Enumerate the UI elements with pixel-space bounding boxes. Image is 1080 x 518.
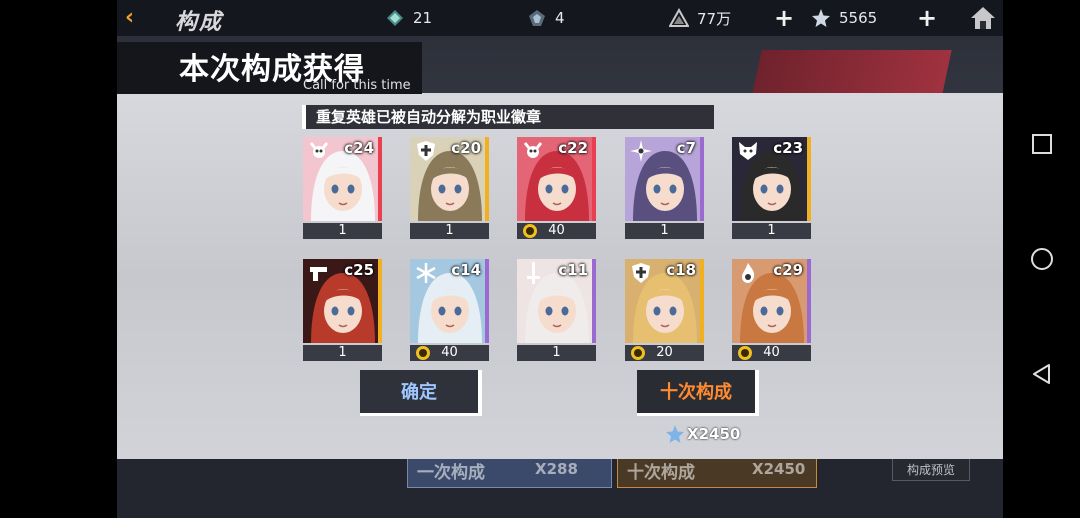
shield-cross-icon (632, 263, 650, 283)
hero-card[interactable]: c22 40 (517, 137, 596, 241)
recents-icon (1032, 134, 1052, 154)
class-badge-icon (631, 346, 645, 360)
limited-event-banner (752, 50, 952, 94)
hero-card[interactable]: c29 40 (732, 259, 811, 363)
hero-card[interactable]: c7 1 (625, 137, 704, 241)
resource-dark-crystal: 4 (527, 7, 565, 29)
add-coin-button[interactable]: + (774, 4, 794, 32)
hero-count-bar: 1 (625, 223, 704, 239)
demon-skull-icon (523, 142, 543, 158)
circle-home-icon (1031, 248, 1053, 270)
resource-value: 4 (555, 9, 565, 27)
resource-value: 21 (413, 9, 433, 27)
home-icon[interactable] (969, 4, 997, 32)
hero-cost: c25 (344, 261, 374, 279)
hero-card[interactable]: c25 1 (303, 259, 382, 363)
resource-coin: 77万 (669, 7, 731, 29)
add-gem-button[interactable]: + (917, 4, 937, 32)
hero-card[interactable]: c24 1 (303, 137, 382, 241)
hero-count: 1 (445, 223, 454, 238)
confirm-button[interactable]: 确定 (360, 370, 482, 416)
resource-value: 5565 (839, 9, 878, 27)
hero-card[interactable]: c20 1 (410, 137, 489, 241)
top-bar: ‹ 构成 21 4 77万 + 5565 + (117, 0, 1003, 36)
green-crystal-icon (387, 10, 403, 26)
gun-icon (310, 267, 327, 281)
sword-icon (527, 262, 540, 284)
fox-mask-icon (739, 142, 757, 160)
single-summon-label: 一次构成 (417, 463, 485, 483)
hero-count-bar: 40 (517, 223, 596, 239)
hero-count: 1 (338, 223, 347, 238)
dialog-subtitle: Call for this time (303, 78, 411, 93)
back-button[interactable]: ‹ (125, 5, 153, 31)
hero-cost: c7 (676, 139, 696, 157)
hero-count-bar: 1 (410, 223, 489, 239)
star-gem-icon (812, 9, 830, 27)
summon-ten-button[interactable]: 十次构成 (637, 370, 759, 416)
summon-preview-label: 构成预览 (907, 463, 956, 477)
shuriken-icon (630, 140, 652, 162)
summon-ten-cost: X2450 (665, 424, 740, 444)
demon-skull-icon (309, 142, 329, 158)
system-nav-bar (1003, 0, 1080, 518)
hero-count-bar: 40 (732, 345, 811, 361)
snowflake-icon (416, 263, 436, 283)
resource-value: 77万 (697, 9, 732, 28)
class-badge-icon (738, 346, 752, 360)
hero-card[interactable]: c23 1 (732, 137, 811, 241)
flame-icon (742, 263, 755, 283)
resource-star-gem: 5565 (811, 7, 877, 29)
ten-summon-cost: X2450 (752, 460, 806, 478)
game-viewport: 限时 一次构成 X288 十次构成 X2450 构成预览 ‹ 构成 21 4 7… (117, 0, 1003, 518)
duplicate-notice: 重复英雄已被自动分解为职业徽章 (302, 105, 714, 129)
hero-cost: c29 (773, 261, 803, 279)
hero-card[interactable]: c11 1 (517, 259, 596, 363)
hero-count: 1 (338, 345, 347, 360)
hero-count: 1 (767, 223, 776, 238)
dark-crystal-icon (529, 10, 545, 26)
letterbox-left (0, 0, 117, 518)
hero-count-bar: 1 (517, 345, 596, 361)
shield-cross-icon (417, 141, 435, 161)
resource-green-crystal: 21 (385, 7, 432, 29)
hero-count: 20 (656, 345, 673, 360)
hero-cost: c14 (451, 261, 481, 279)
single-summon-cost: X288 (535, 460, 578, 478)
hero-count-bar: 40 (410, 345, 489, 361)
star-gem-icon (666, 425, 684, 443)
hero-cost: c20 (451, 139, 481, 157)
hero-count-bar: 1 (303, 345, 382, 361)
hero-count: 40 (548, 223, 565, 238)
hero-count-bar: 20 (625, 345, 704, 361)
back-system-button[interactable] (1029, 361, 1055, 387)
class-badge-icon (523, 224, 537, 238)
hero-count: 1 (552, 345, 561, 360)
triangle-back-icon (1033, 364, 1050, 384)
hero-count: 40 (763, 345, 780, 360)
hero-count-bar: 1 (303, 223, 382, 239)
ten-summon-label: 十次构成 (627, 463, 695, 483)
hero-count: 40 (441, 345, 458, 360)
hero-count-bar: 1 (732, 223, 811, 239)
hero-cost: c22 (558, 139, 588, 157)
hero-card[interactable]: c18 20 (625, 259, 704, 363)
hero-cost: c24 (344, 139, 374, 157)
hero-cost: c18 (666, 261, 696, 279)
hero-cost: c11 (558, 261, 588, 279)
triangle-coin-icon (669, 8, 689, 27)
page-title: 构成 (175, 10, 224, 35)
hero-card[interactable]: c14 40 (410, 259, 489, 363)
class-badge-icon (416, 346, 430, 360)
home-system-button[interactable] (1029, 246, 1055, 272)
summon-ten-cost-value: X2450 (687, 425, 741, 443)
hero-cost: c23 (773, 139, 803, 157)
recents-button[interactable] (1029, 131, 1055, 157)
hero-count: 1 (660, 223, 669, 238)
